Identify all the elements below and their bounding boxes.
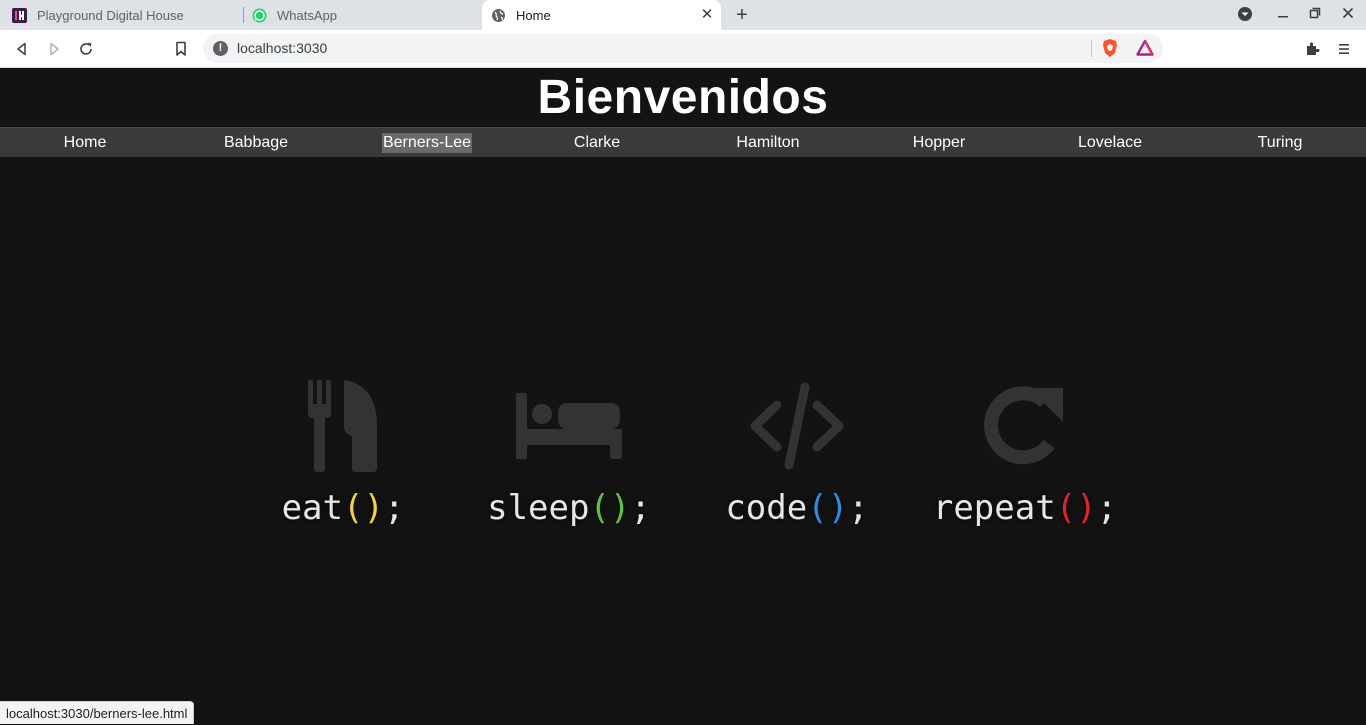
digital-house-icon [12,7,27,23]
code-icon [737,376,857,476]
main-nav: Home Babbage Berners-Lee Clarke Hamilton… [0,127,1366,157]
nav-link-hopper[interactable]: Hopper [912,133,966,153]
nav-link-home[interactable]: Home [63,133,108,153]
site-info-icon[interactable]: ! [213,41,228,56]
tab-close-icon[interactable]: ✕ [699,7,715,23]
repeat-icon [965,376,1085,476]
hero-code-sleep: sleep(); [487,488,651,528]
restore-icon[interactable] [1306,6,1324,24]
page-content: Bienvenidos Home Babbage Berners-Lee Cla… [0,68,1366,724]
status-bar-link-preview: localhost:3030/berners-lee.html [0,701,195,724]
hero-item-repeat: repeat(); [925,368,1125,538]
browser-toolbar: ! localhost:3030 [0,30,1366,68]
brave-rewards-icon[interactable] [1135,38,1155,58]
nav-link-berners-lee[interactable]: Berners-Lee [381,133,473,153]
nav-link-hamilton[interactable]: Hamilton [735,133,800,153]
tab-title: WhatsApp [277,7,337,23]
nav-link-turing[interactable]: Turing [1257,133,1304,153]
brave-shields-icon[interactable] [1100,38,1120,58]
tab-playground[interactable]: Playground Digital House [0,0,242,30]
bookmark-icon[interactable] [171,39,191,59]
globe-icon [491,8,506,23]
nav-link-babbage[interactable]: Babbage [223,133,289,153]
hero-code-eat: eat(); [281,488,405,528]
close-window-icon[interactable] [1339,6,1357,24]
fork-knife-icon [283,376,403,476]
minimize-icon[interactable] [1274,6,1292,24]
extensions-icon[interactable] [1302,39,1322,59]
hero-code-repeat: repeat(); [932,488,1118,528]
paren: () [342,488,384,528]
bed-icon [509,376,629,476]
forward-icon[interactable] [44,39,64,59]
nav-link-lovelace[interactable]: Lovelace [1077,133,1143,153]
page-title: Bienvenidos [537,71,829,124]
tab-search-icon[interactable] [1236,6,1254,24]
eat-sleep-code-repeat-image: eat(); sleep(); code(); repeat(); [260,368,1140,548]
paren: () [589,488,631,528]
whatsapp-icon [252,8,267,23]
menu-icon[interactable] [1334,39,1354,59]
hero-item-sleep: sleep(); [469,368,669,538]
hero-item-eat: eat(); [243,368,443,538]
nav-link-clarke[interactable]: Clarke [573,133,621,153]
hero-code-code: code(); [725,488,869,528]
address-bar[interactable]: ! localhost:3030 [203,34,1163,63]
new-tab-button[interactable]: + [733,5,751,25]
paren: () [807,488,849,528]
reload-icon[interactable] [76,39,96,59]
tab-whatsapp[interactable]: WhatsApp [244,0,481,30]
paren: () [1055,488,1097,528]
url-text[interactable]: localhost:3030 [237,40,327,56]
omnibox-divider [1091,40,1092,57]
back-icon[interactable] [12,39,32,59]
tab-home[interactable]: Home ✕ [482,0,721,30]
hero-item-code: code(); [697,368,897,538]
tab-title: Home [516,7,551,23]
tab-title: Playground Digital House [37,7,184,23]
tab-bar: Playground Digital House WhatsApp Home ✕… [0,0,1366,30]
